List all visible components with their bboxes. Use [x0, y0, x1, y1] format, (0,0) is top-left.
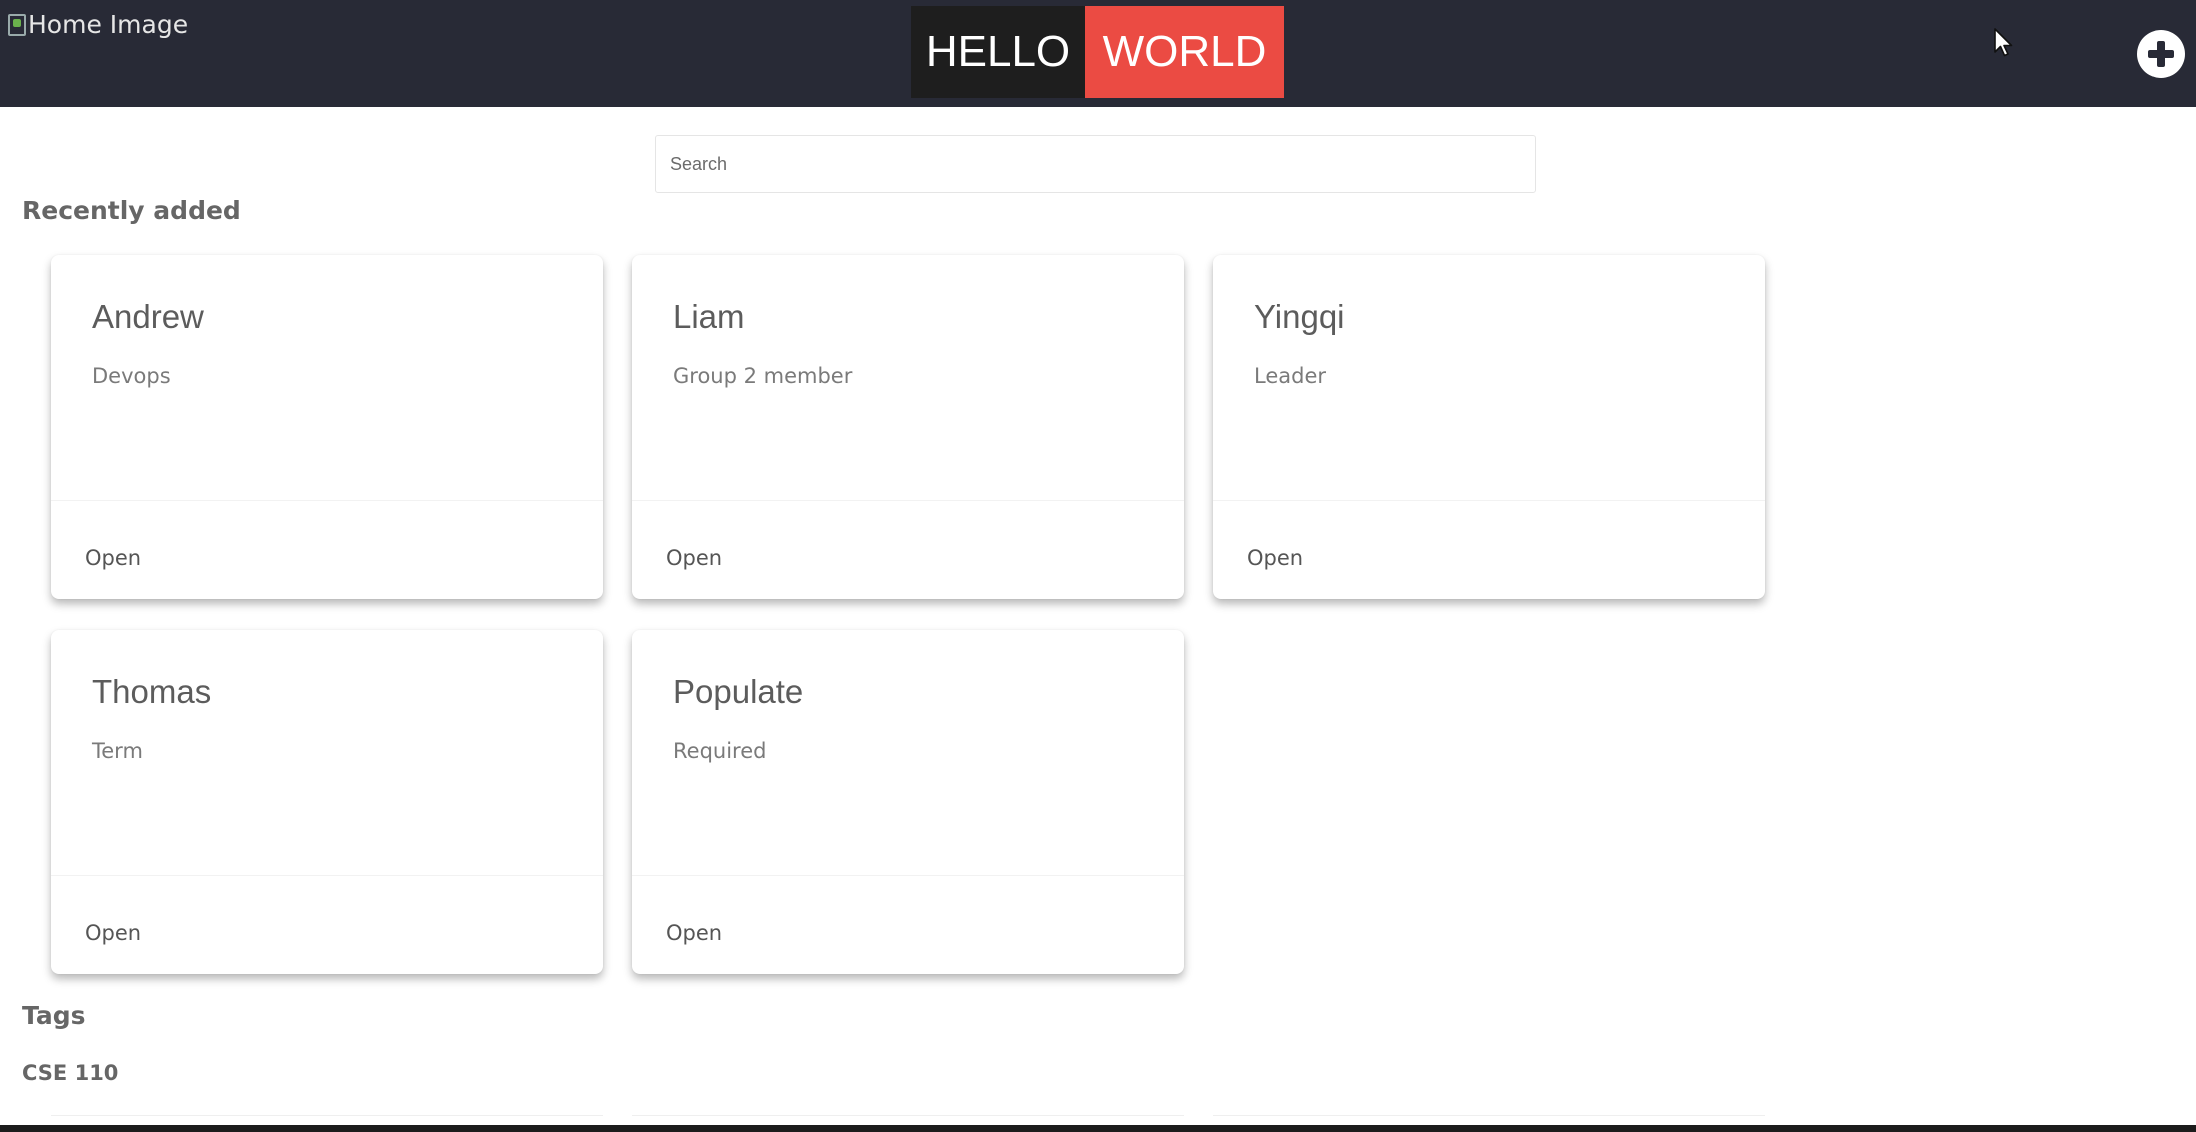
card-title: Yingqi	[1254, 298, 1345, 335]
card-divider	[632, 875, 1184, 876]
card-body: Thomas Term	[51, 630, 603, 875]
add-button[interactable]	[2137, 30, 2185, 78]
card-body: Populate Required	[632, 630, 1184, 875]
card-subtitle: Required	[673, 739, 767, 763]
page: Home Image HELLO WORLD Recently added An…	[0, 0, 2196, 1132]
open-button[interactable]: Open	[85, 921, 141, 945]
logo[interactable]: HELLO WORLD	[911, 6, 1284, 98]
window-bottom-edge	[0, 1125, 2196, 1132]
logo-world: WORLD	[1085, 6, 1284, 98]
open-button[interactable]: Open	[666, 546, 722, 570]
top-navbar: Home Image HELLO WORLD	[0, 0, 2196, 107]
card-title: Populate	[673, 673, 804, 710]
card-thomas: Thomas Term Open	[51, 630, 603, 974]
card-yingqi: Yingqi Leader Open	[1213, 255, 1765, 599]
home-image-alt-text: Home Image	[28, 10, 189, 39]
card-liam: Liam Group 2 member Open	[632, 255, 1184, 599]
card-body: Yingqi Leader	[1213, 255, 1765, 500]
card-divider	[51, 500, 603, 501]
mouse-pointer-icon	[1994, 28, 2013, 57]
broken-image-icon	[8, 14, 26, 36]
card-subtitle: Leader	[1254, 364, 1327, 388]
card-title: Andrew	[92, 298, 204, 335]
home-image-link[interactable]: Home Image	[8, 10, 188, 40]
search-input[interactable]	[655, 135, 1536, 193]
card-divider	[1213, 500, 1765, 501]
card-title: Thomas	[92, 673, 212, 710]
card-divider	[632, 500, 1184, 501]
card-subtitle: Group 2 member	[673, 364, 853, 388]
open-button[interactable]: Open	[1247, 546, 1303, 570]
open-button[interactable]: Open	[666, 921, 722, 945]
card-body: Liam Group 2 member	[632, 255, 1184, 500]
recently-added-heading: Recently added	[22, 196, 241, 225]
tags-heading: Tags	[22, 1001, 86, 1030]
open-button[interactable]: Open	[85, 546, 141, 570]
card-body: Andrew Devops	[51, 255, 603, 500]
card-andrew: Andrew Devops Open	[51, 255, 603, 599]
card-populate: Populate Required Open	[632, 630, 1184, 974]
card-divider	[51, 875, 603, 876]
logo-hello: HELLO	[911, 6, 1085, 98]
card-title: Liam	[673, 298, 745, 335]
card-subtitle: Devops	[92, 364, 171, 388]
tag-item[interactable]: CSE 110	[22, 1061, 118, 1085]
card-subtitle: Term	[92, 739, 143, 763]
